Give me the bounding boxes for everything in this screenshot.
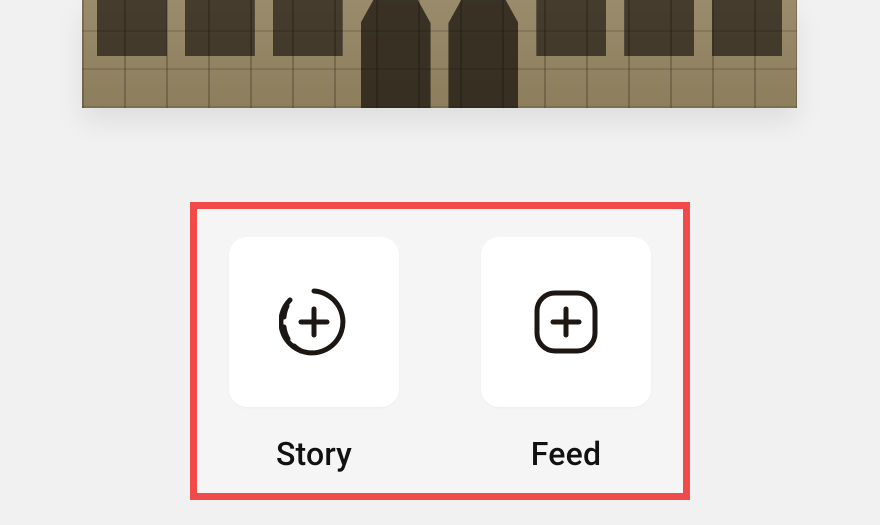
- share-option-story-label: Story: [276, 435, 352, 473]
- share-option-feed: Feed: [481, 237, 651, 473]
- share-options-panel: Story Feed: [190, 202, 690, 500]
- share-option-feed-button[interactable]: [481, 237, 651, 407]
- feed-plus-icon: [531, 287, 601, 357]
- preview-image: [82, 0, 797, 108]
- share-option-feed-label: Feed: [531, 435, 601, 473]
- preview-image-tone: [82, 0, 797, 108]
- share-option-story: Story: [229, 237, 399, 473]
- story-plus-icon: [279, 287, 349, 357]
- share-option-story-button[interactable]: [229, 237, 399, 407]
